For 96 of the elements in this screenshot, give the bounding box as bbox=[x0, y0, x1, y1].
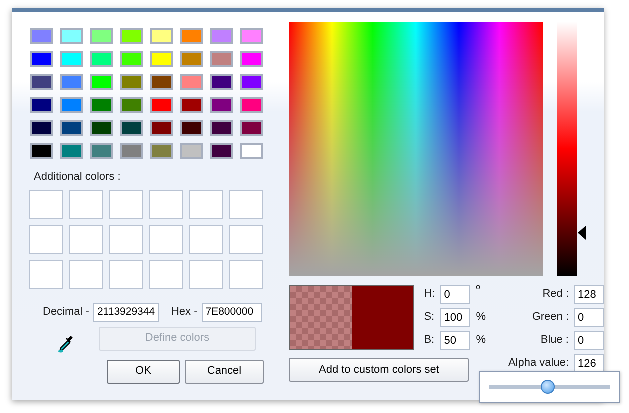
color-swatch[interactable] bbox=[90, 120, 113, 136]
color-swatch[interactable] bbox=[120, 74, 143, 90]
color-swatch[interactable] bbox=[150, 143, 173, 159]
field-label: B: bbox=[424, 333, 436, 348]
color-swatch[interactable] bbox=[120, 28, 143, 44]
custom-color-slot[interactable] bbox=[69, 190, 103, 218]
color-swatch[interactable] bbox=[210, 28, 233, 44]
color-swatch[interactable] bbox=[60, 97, 83, 113]
luminance-pointer[interactable] bbox=[578, 226, 586, 240]
color-swatch[interactable] bbox=[180, 28, 203, 44]
custom-color-slot[interactable] bbox=[69, 260, 103, 288]
color-swatch[interactable] bbox=[240, 120, 263, 136]
custom-color-slot[interactable] bbox=[29, 224, 63, 254]
field-label: Alpha value: bbox=[508, 356, 569, 372]
custom-color-slot[interactable] bbox=[229, 224, 263, 254]
custom-color-slot[interactable] bbox=[109, 224, 143, 254]
additional-colors-label: Additional colors : bbox=[34, 170, 122, 185]
define-colors-button: Define colors bbox=[99, 326, 256, 350]
color-swatch[interactable] bbox=[60, 51, 83, 67]
color-swatch[interactable] bbox=[90, 97, 113, 113]
color-swatch[interactable] bbox=[240, 51, 263, 67]
color-swatch[interactable] bbox=[120, 120, 143, 136]
custom-color-slot[interactable] bbox=[229, 260, 263, 288]
value-field[interactable]: 0 bbox=[574, 331, 604, 350]
color-swatch[interactable] bbox=[60, 74, 83, 90]
field-label: S: bbox=[424, 310, 436, 326]
color-swatch[interactable] bbox=[240, 143, 263, 159]
color-swatch[interactable] bbox=[120, 143, 143, 159]
color-swatch[interactable] bbox=[210, 51, 233, 67]
custom-color-slot[interactable] bbox=[189, 260, 223, 288]
eyedropper-icon[interactable] bbox=[58, 334, 74, 352]
custom-color-slot[interactable] bbox=[149, 260, 183, 288]
unit-label: % bbox=[476, 333, 486, 348]
decimal-field[interactable]: 2113929344 bbox=[93, 302, 160, 322]
color-swatch[interactable] bbox=[180, 51, 203, 67]
color-swatch[interactable] bbox=[60, 28, 83, 44]
alpha-preview bbox=[290, 286, 352, 349]
cancel-button[interactable]: Cancel bbox=[185, 360, 264, 384]
hex-label: Hex - bbox=[171, 304, 198, 320]
color-swatch[interactable] bbox=[180, 74, 203, 90]
field-label: H: bbox=[424, 287, 436, 302]
decimal-label: Decimal - bbox=[43, 304, 90, 320]
color-swatch[interactable] bbox=[150, 51, 173, 67]
hex-field[interactable]: 7E800000 bbox=[202, 302, 262, 322]
value-field[interactable]: 0 bbox=[574, 308, 604, 327]
custom-color-slot[interactable] bbox=[29, 260, 63, 288]
color-swatch[interactable] bbox=[210, 97, 233, 113]
value-field[interactable]: 50 bbox=[440, 331, 470, 350]
color-swatch[interactable] bbox=[150, 74, 173, 90]
color-swatch[interactable] bbox=[120, 51, 143, 67]
color-swatch[interactable] bbox=[210, 74, 233, 90]
color-swatch[interactable] bbox=[180, 120, 203, 136]
color-swatch[interactable] bbox=[180, 97, 203, 113]
custom-color-slot[interactable] bbox=[109, 260, 143, 288]
field-label: Green : bbox=[532, 310, 569, 326]
custom-color-slot[interactable] bbox=[109, 190, 143, 218]
custom-color-slot[interactable] bbox=[29, 190, 63, 218]
color-swatch[interactable] bbox=[30, 74, 53, 90]
custom-color-slot[interactable] bbox=[69, 224, 103, 254]
color-swatch[interactable] bbox=[60, 143, 83, 159]
unit-label: º bbox=[476, 283, 480, 298]
value-field[interactable]: 128 bbox=[574, 285, 604, 304]
color-swatch[interactable] bbox=[30, 97, 53, 113]
color-swatch[interactable] bbox=[240, 74, 263, 90]
color-swatch[interactable] bbox=[90, 28, 113, 44]
color-swatch[interactable] bbox=[210, 120, 233, 136]
custom-color-slot[interactable] bbox=[149, 224, 183, 254]
color-swatch[interactable] bbox=[90, 143, 113, 159]
ok-button[interactable]: OK bbox=[107, 360, 180, 384]
field-label: Red : bbox=[542, 287, 569, 302]
color-swatch[interactable] bbox=[60, 120, 83, 136]
color-swatch[interactable] bbox=[240, 97, 263, 113]
color-spectrum[interactable] bbox=[289, 22, 544, 276]
color-swatch[interactable] bbox=[150, 120, 173, 136]
color-swatch[interactable] bbox=[90, 74, 113, 90]
unit-label: % bbox=[476, 310, 486, 326]
color-swatch[interactable] bbox=[240, 28, 263, 44]
color-swatch[interactable] bbox=[30, 143, 53, 159]
color-swatch[interactable] bbox=[90, 51, 113, 67]
color-swatch[interactable] bbox=[120, 97, 143, 113]
color-swatch[interactable] bbox=[30, 51, 53, 67]
add-to-custom-colors-button[interactable]: Add to custom colors set bbox=[289, 358, 470, 382]
value-field[interactable]: 0 bbox=[440, 285, 470, 304]
value-field[interactable]: 100 bbox=[440, 308, 470, 327]
color-swatch[interactable] bbox=[150, 97, 173, 113]
color-swatch[interactable] bbox=[30, 28, 53, 44]
custom-color-slot[interactable] bbox=[149, 190, 183, 218]
color-swatch[interactable] bbox=[180, 143, 203, 159]
custom-color-slot[interactable] bbox=[189, 190, 223, 218]
color-swatch[interactable] bbox=[210, 143, 233, 159]
slider-thumb[interactable] bbox=[541, 380, 556, 394]
color-swatch[interactable] bbox=[30, 120, 53, 136]
field-label: Blue : bbox=[540, 333, 569, 348]
custom-color-slot[interactable] bbox=[189, 224, 223, 254]
custom-color-slot[interactable] bbox=[229, 190, 263, 218]
color-swatch[interactable] bbox=[150, 28, 173, 44]
